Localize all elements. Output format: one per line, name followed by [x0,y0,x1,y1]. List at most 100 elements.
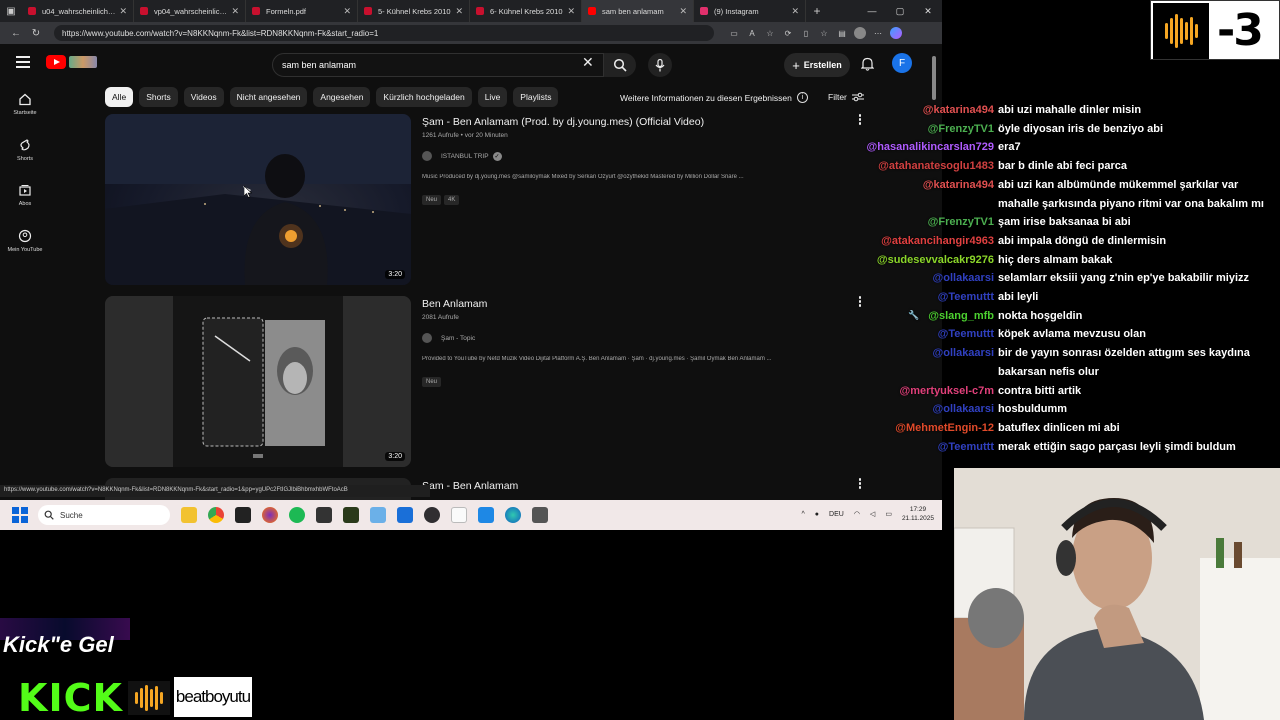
close-tab-icon[interactable]: ✕ [231,6,239,17]
folder-app-icon[interactable] [370,507,386,523]
create-button[interactable]: + Erstellen [784,53,850,77]
close-tab-icon[interactable]: ✕ [455,6,463,17]
filter-chip[interactable]: Kürzlich hochgeladen [376,87,472,107]
browser-tab[interactable]: sam ben anlamam ✕ [582,0,694,22]
search-button[interactable] [604,53,636,77]
duration-badge: 3:20 [385,270,405,279]
favorite-star-icon[interactable]: ☆ [764,27,776,39]
filter-chip[interactable]: Playlists [513,87,559,107]
sidebar-item-shorts[interactable]: Shorts [0,138,50,162]
clear-search-icon[interactable]: ✕ [582,54,594,71]
obs-icon[interactable] [424,507,440,523]
sidebar-item-mein-youtube[interactable]: Mein YouTube [0,229,50,253]
close-tab-icon[interactable]: ✕ [343,6,351,17]
account-avatar[interactable]: F [892,53,912,73]
url-field[interactable]: https://www.youtube.com/watch?v=N8KKNqnm… [54,25,714,41]
chat-text: contra bitti artik [998,384,1082,397]
taskbar-search[interactable]: Suche [38,505,170,525]
tab-actions-icon[interactable]: ▣ [0,0,22,22]
snipping-tool-icon[interactable] [532,507,548,523]
browser-tab[interactable]: 6- Kühnel Krebs 2010 ✕ [470,0,582,22]
chrome-icon[interactable] [208,507,224,523]
maximize-icon[interactable]: ▢ [886,6,914,17]
spotify-icon[interactable] [289,507,305,523]
sidebar-item-abos[interactable]: Abos [0,183,50,207]
video-thumbnail[interactable]: 3:20 [105,296,411,467]
network-icon[interactable]: ◠ [854,510,860,518]
close-tab-icon[interactable]: ✕ [567,6,575,17]
profile-icon[interactable] [854,27,866,39]
filter-chip[interactable]: Nicht angesehen [229,87,308,107]
video-title[interactable]: Ben Anlamam [422,298,487,310]
copilot-icon[interactable] [890,27,902,39]
filter-button[interactable]: Filter [828,92,865,102]
more-actions-icon[interactable] [858,478,862,490]
reload-icon[interactable]: ↻ [26,28,46,39]
collections-icon[interactable]: ▤ [836,27,848,39]
filter-chip[interactable]: Videos [183,87,224,107]
notepad-icon[interactable] [451,507,467,523]
chat-text: abi uzi mahalle dinler misin [998,104,1142,116]
back-icon[interactable]: ← [6,28,26,39]
capture-app-icon[interactable] [316,507,332,523]
favorites-icon[interactable]: ☆ [818,27,830,39]
search-input[interactable]: sam ben anlamam [272,53,604,77]
tab-favicon-icon [140,7,148,15]
firefox-icon[interactable] [262,507,278,523]
counter-value: -3 [1217,5,1264,56]
channel-avatar [422,151,432,161]
video-title[interactable]: Şam - Ben Anlamam (Prod. by dj.young.mes… [422,116,704,128]
shield-app-icon[interactable] [397,507,413,523]
chat-username: @FrenzyTV1 [927,122,994,135]
capcut-icon[interactable] [235,507,251,523]
clock[interactable]: 17:29 21.11.2025 [902,505,934,523]
volume-icon[interactable]: ◁ [870,510,875,518]
filter-chip[interactable]: Shorts [139,87,178,107]
video-thumbnail[interactable]: 3:20 [105,114,411,285]
youtube-logo[interactable] [46,55,97,69]
sidebar-item-startseite[interactable]: Startseite [0,92,50,116]
chat-text: era7 [998,141,1021,154]
chat-text: hosbuldumm [998,403,1068,416]
close-window-icon[interactable]: ✕ [914,6,942,17]
browser-tab[interactable]: Formeln.pdf ✕ [246,0,358,22]
language-indicator[interactable]: DEU [829,511,844,518]
chat-username: @katarina494 [922,178,994,191]
terminal-icon[interactable] [343,507,359,523]
new-tab-button[interactable]: + [806,4,828,18]
battery-icon[interactable]: ▭ [885,510,892,518]
browser-tab[interactable]: (9) Instagram ✕ [694,0,806,22]
browser-tab[interactable]: 5- Kühnel Krebs 2010 ✕ [358,0,470,22]
browser-tab[interactable]: u04_wahrscheinlichkei ✕ [22,0,134,22]
close-tab-icon[interactable]: ✕ [679,6,687,17]
read-aloud-icon[interactable]: A [746,27,758,39]
cast-icon[interactable]: ▭ [728,27,740,39]
video-title[interactable]: Şam - Ben Anlamam [422,480,518,492]
scrollbar-thumb[interactable] [932,56,936,100]
tray-chevron-icon[interactable]: ^ [802,511,805,518]
browser-tab[interactable]: vp04_wahrscheinlichke ✕ [134,0,246,22]
notifications-button[interactable] [858,55,876,73]
split-screen-icon[interactable]: ▯ [800,27,812,39]
more-menu-icon[interactable]: ⋯ [872,27,884,39]
close-tab-icon[interactable]: ✕ [791,6,799,17]
extensions-icon[interactable]: ⟳ [782,27,794,39]
channel-link[interactable]: Şam - Topic [422,333,475,343]
filter-chip[interactable]: Live [477,87,508,107]
channel-link[interactable]: ISTANBUL TRIP ✓ [422,151,502,161]
edge-icon[interactable] [505,507,521,523]
sliders-icon [851,92,864,102]
minimize-icon[interactable]: — [858,6,886,17]
voice-search-button[interactable] [648,53,672,77]
filter-chip[interactable]: Angesehen [313,87,371,107]
filter-chip[interactable]: Alle [105,87,134,107]
more-info-link[interactable]: Weitere Informationen zu diesen Ergebnis… [620,92,808,103]
start-menu-icon[interactable] [12,507,28,523]
new-badge: Neu [422,377,442,387]
close-tab-icon[interactable]: ✕ [119,6,127,17]
hamburger-menu-icon[interactable] [16,56,30,68]
file-explorer-icon[interactable] [181,507,197,523]
microphone-tray-icon[interactable]: ● [815,511,819,518]
vscode-icon[interactable] [478,507,494,523]
chat-username: @Teemuttt [937,328,994,341]
